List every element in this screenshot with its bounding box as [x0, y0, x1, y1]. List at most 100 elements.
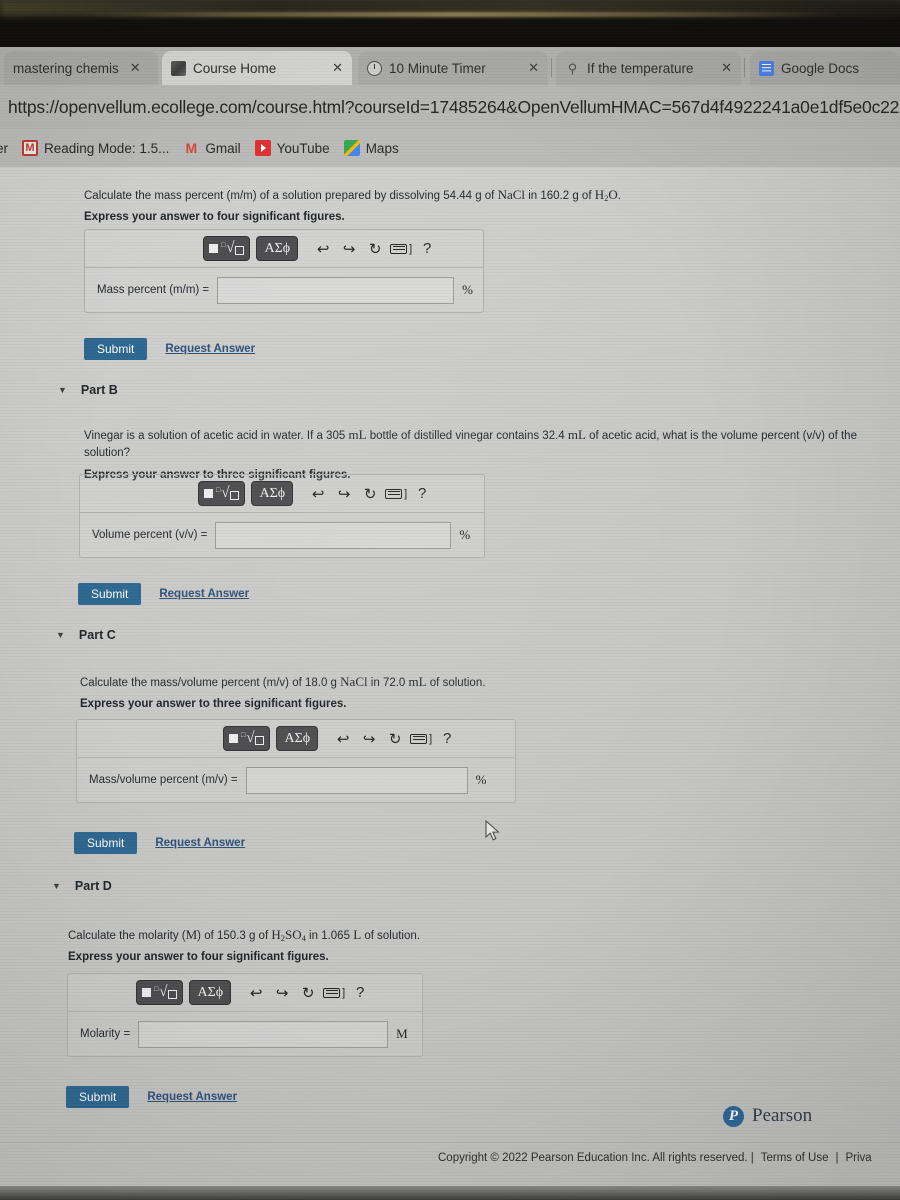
address-bar[interactable]: https://openvellum.ecollege.com/course.h…	[0, 85, 900, 129]
part-c-submit-button[interactable]: Submit	[74, 832, 138, 854]
browser-tabstrip: mastering chemis ✕ Course Home ✕ 10 Minu…	[0, 47, 900, 85]
privacy-link[interactable]: Priva	[846, 1152, 872, 1164]
pearson-wordmark: Pearson	[752, 1105, 813, 1126]
keyboard-icon[interactable]: ]	[408, 726, 434, 752]
part-a-answer-input[interactable]	[217, 276, 455, 304]
help-icon[interactable]: ?	[409, 481, 435, 507]
undo-icon[interactable]: ↩	[243, 980, 269, 1006]
part-b-toolbar: □ √ ΑΣϕ ↩ ↪ ↻ ] ?	[80, 475, 484, 513]
part-c-field-label: Mass/volume percent (m/v) =	[89, 774, 238, 786]
part-b-answer-input[interactable]	[215, 521, 452, 549]
part-d-submit-button[interactable]: Submit	[66, 1086, 130, 1108]
help-icon[interactable]: ?	[434, 726, 460, 752]
greek-symbols-button[interactable]: ΑΣϕ	[276, 726, 319, 751]
part-c-instruction: Express your answer to three significant…	[80, 698, 347, 711]
browser-tab-2[interactable]: 10 Minute Timer ✕	[358, 51, 548, 85]
book-icon	[171, 60, 186, 76]
bookmark-item-0[interactable]: er	[0, 141, 8, 156]
keyboard-icon[interactable]: ]	[321, 980, 347, 1006]
part-b-request-answer-link[interactable]: Request Answer	[159, 588, 249, 600]
greek-symbols-button[interactable]: ΑΣϕ	[251, 481, 294, 506]
part-c-input-row: Mass/volume percent (m/v) = %	[77, 758, 515, 802]
redo-icon[interactable]: ↪	[336, 236, 362, 262]
part-c-unit: %	[475, 772, 487, 787]
reset-icon[interactable]: ↻	[295, 980, 321, 1006]
part-d-title: Part D	[74, 879, 112, 893]
keyboard-icon[interactable]: ]	[383, 481, 409, 507]
bookmark-item-reading-mode[interactable]: M Reading Mode: 1.5...	[22, 140, 169, 156]
clock-icon	[367, 60, 382, 76]
pearson-logo: P Pearson	[723, 1105, 812, 1127]
gmail-icon: M	[185, 140, 198, 156]
template-math-icon[interactable]: □ √	[136, 980, 184, 1005]
redo-icon[interactable]: ↪	[331, 481, 357, 507]
part-c-toolbar: □ √ ΑΣϕ ↩ ↪ ↻ ] ?	[77, 720, 515, 758]
chevron-down-icon[interactable]: ▼	[52, 881, 61, 891]
redo-icon[interactable]: ↪	[269, 980, 295, 1006]
greek-symbols-button[interactable]: ΑΣϕ	[256, 236, 299, 261]
browser-tab-4[interactable]: Google Docs	[750, 51, 900, 85]
part-d-section: Calculate the molarity (M) of 150.3 g of…	[68, 925, 768, 963]
browser-tab-1[interactable]: Course Home ✕	[162, 51, 352, 85]
tab-close-icon[interactable]: ✕	[332, 60, 343, 76]
bookmark-item-gmail[interactable]: M Gmail	[183, 140, 241, 156]
reset-icon[interactable]: ↻	[362, 236, 388, 262]
part-b-question: Vinegar is a solution of acetic acid in …	[84, 427, 857, 460]
part-d-header[interactable]: ▼ Part D	[52, 879, 112, 893]
part-b-header[interactable]: ▼ Part B	[58, 383, 118, 397]
part-a-input-row: Mass percent (m/m) = %	[85, 268, 483, 312]
part-d-instruction: Express your answer to four significant …	[68, 951, 329, 964]
tab-close-icon[interactable]: ✕	[130, 60, 141, 76]
page-viewport: Calculate the mass percent (m/m) of a so…	[0, 167, 900, 1186]
part-c-section: Calculate the mass/volume percent (m/v) …	[80, 672, 780, 710]
screen-photo: mastering chemis ✕ Course Home ✕ 10 Minu…	[0, 0, 900, 1200]
help-icon[interactable]: ?	[414, 236, 440, 262]
help-icon[interactable]: ?	[347, 980, 373, 1006]
part-a-submit-button[interactable]: Submit	[84, 338, 148, 360]
redo-icon[interactable]: ↪	[356, 726, 382, 752]
part-b-submit-button[interactable]: Submit	[78, 583, 142, 605]
part-d-field-label: Molarity =	[80, 1028, 131, 1040]
tab-title: Course Home	[193, 60, 277, 76]
part-a-unit: %	[462, 282, 473, 297]
part-c-header[interactable]: ▼ Part C	[56, 628, 116, 642]
footer-separator: |	[835, 1152, 839, 1164]
browser-tab-3[interactable]: ⚲ If the temperature ✕	[556, 51, 741, 85]
tab-close-icon[interactable]: ✕	[528, 60, 539, 76]
part-d-unit: M	[396, 1026, 408, 1041]
browser-chrome: mastering chemis ✕ Course Home ✕ 10 Minu…	[0, 47, 900, 167]
tab-separator	[744, 58, 745, 77]
part-c-question: Calculate the mass/volume percent (m/v) …	[80, 674, 486, 689]
tab-title: mastering chemis	[13, 60, 119, 76]
part-c-answer-input[interactable]	[245, 766, 468, 794]
m-icon: M	[22, 140, 39, 156]
keyboard-icon[interactable]: ]	[388, 236, 414, 262]
part-d-answer-input[interactable]	[138, 1020, 389, 1048]
bookmark-label: YouTube	[276, 140, 330, 156]
search-icon: ⚲	[567, 60, 578, 76]
undo-icon[interactable]: ↩	[330, 726, 356, 752]
chevron-down-icon[interactable]: ▼	[58, 385, 67, 395]
terms-of-use-link[interactable]: Terms of Use	[761, 1152, 829, 1164]
tab-title: If the temperature	[587, 60, 694, 76]
template-math-icon[interactable]: □ √	[203, 236, 251, 261]
reset-icon[interactable]: ↻	[382, 726, 408, 752]
part-c-actions: Submit Request Answer	[74, 832, 245, 854]
tab-close-icon[interactable]: ✕	[721, 60, 732, 76]
part-c-request-answer-link[interactable]: Request Answer	[155, 837, 245, 849]
part-a-request-answer-link[interactable]: Request Answer	[165, 343, 255, 355]
footer-copyright-row: Copyright © 2022 Pearson Education Inc. …	[438, 1152, 872, 1164]
part-d-actions: Submit Request Answer	[66, 1086, 237, 1108]
chevron-down-icon[interactable]: ▼	[56, 630, 65, 640]
greek-symbols-button[interactable]: ΑΣϕ	[189, 980, 232, 1005]
browser-tab-0[interactable]: mastering chemis ✕	[4, 51, 158, 85]
part-a-actions: Submit Request Answer	[84, 338, 255, 360]
undo-icon[interactable]: ↩	[310, 236, 336, 262]
template-math-icon[interactable]: □ √	[223, 726, 271, 751]
reset-icon[interactable]: ↻	[357, 481, 383, 507]
part-d-request-answer-link[interactable]: Request Answer	[147, 1091, 237, 1103]
bookmark-item-maps[interactable]: Maps	[343, 140, 399, 156]
bookmark-item-youtube[interactable]: YouTube	[254, 140, 330, 156]
undo-icon[interactable]: ↩	[305, 481, 331, 507]
template-math-icon[interactable]: □ √	[198, 481, 246, 506]
